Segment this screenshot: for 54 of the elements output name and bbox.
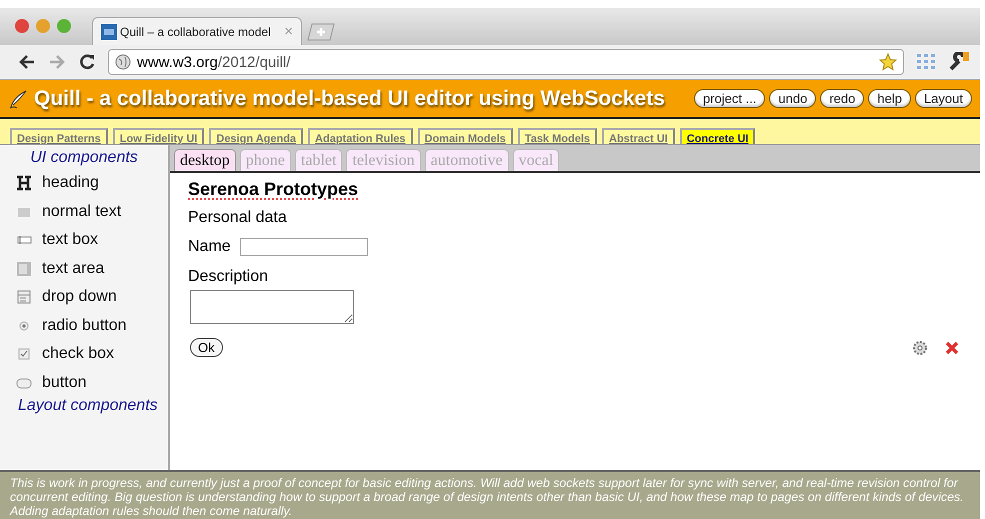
component-item[interactable]: heading [42,174,99,192]
wrench-icon[interactable] [948,52,970,72]
delete-icon[interactable] [944,340,960,356]
gear-icon[interactable] [912,340,928,356]
nav-tab[interactable]: Adaptation Rules [308,128,412,144]
apps-grid-icon[interactable] [916,53,936,71]
nav-tab[interactable]: Task Models [518,128,598,144]
globe-icon [115,54,131,70]
component-item[interactable]: normal text [42,202,122,221]
url-text: www.w3.org/2012/quill/ [137,54,290,70]
w3-logo-icon [101,24,117,40]
window-controls-drawing [14,18,72,34]
quill-icon [8,88,28,108]
component-item[interactable]: check box [42,345,114,364]
component-item[interactable]: radio button [42,316,127,335]
input-field[interactable] [240,238,368,256]
reload-icon[interactable] [78,53,96,71]
form-heading: Serenoa Prototypes [188,179,358,200]
status-text: This is work in progress, and currently just a proof of concept for basic editing actions. Will add web sockets support later for sync with server, and real-time revision control for concurrent editing. Big question is understanding how to support a broad range of design intents other than basic UI, and how these map to pages on different kinds of devices. Adding adaptation rules should then come naturally. [0,470,980,519]
nav-tab[interactable]: Domain Models [418,128,513,144]
checkbox-icon [16,346,32,362]
tab-title: Quill – a collaborative model [120,24,271,38]
sidebar-heading: Layout components [18,397,158,415]
heading-icon [16,175,32,192]
dropdown-icon [16,289,32,306]
nav-tab[interactable]: Abstract UI [602,128,675,144]
header-button[interactable]: redo [820,89,864,108]
nav-tab[interactable]: Design Agenda [209,128,304,144]
header-button[interactable]: help [868,89,911,108]
section-label: Personal data [188,209,287,227]
device-tab[interactable]: desktop [174,149,236,171]
browser-tab[interactable]: Quill – a collaborative model × [92,17,302,45]
component-item[interactable]: button [42,374,86,392]
address-bar[interactable]: www.w3.org/2012/quill/ [108,49,904,75]
nav-tab[interactable]: Design Patterns [10,128,108,144]
component-item[interactable]: text area [42,260,104,278]
back-icon[interactable] [18,54,36,70]
nav-tab[interactable]: Concrete UI [680,128,756,144]
app-title: Quill - a collaborative model-based UI editor using WebSockets [34,86,665,110]
field-label: Description [188,268,268,286]
star-icon[interactable] [879,53,897,71]
header-button[interactable]: project ... [694,89,766,108]
header-button[interactable]: undo [769,89,816,108]
new-tab-button[interactable] [306,23,336,41]
text-area[interactable] [190,290,354,324]
component-item[interactable]: drop down [42,288,117,306]
field-label: Name [188,238,231,256]
component-item[interactable]: text box [42,231,98,250]
forward-icon[interactable] [48,54,66,70]
text-area-icon [16,260,32,277]
header-button[interactable]: Layout [914,89,972,108]
nav-tab[interactable]: Low Fidelity UI [112,128,204,144]
sidebar-heading: UI components [30,149,138,167]
ok-button[interactable]: Ok [190,338,223,357]
